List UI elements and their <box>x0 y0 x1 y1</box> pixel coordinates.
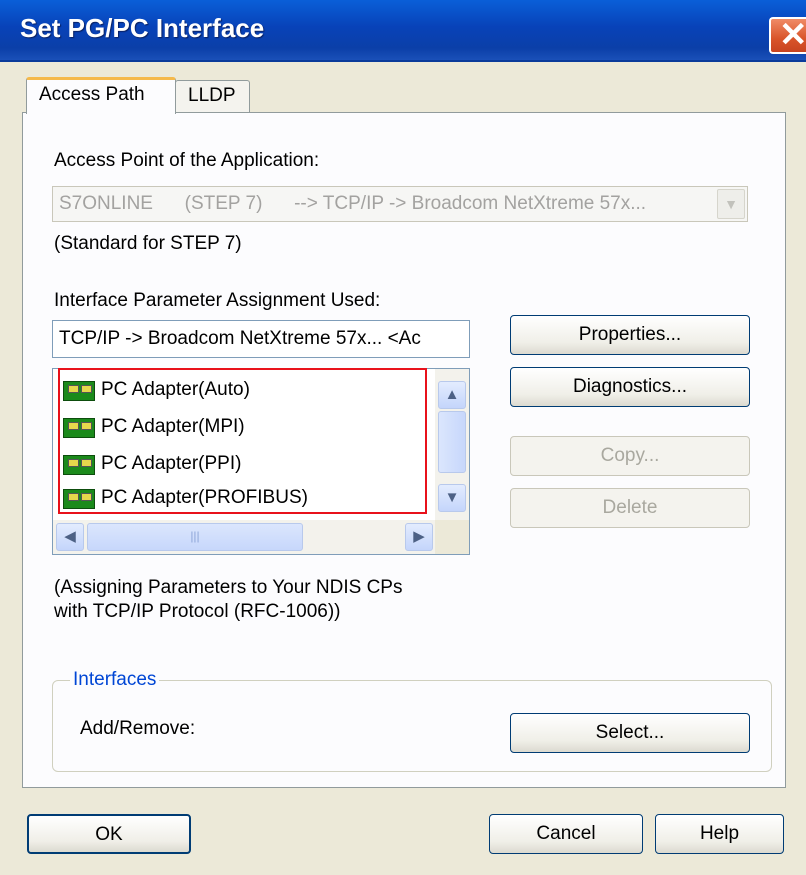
access-point-select: S7ONLINE (STEP 7) --> TCP/IP -> Broadcom… <box>52 186 748 222</box>
title-bar: Set PG/PC Interface ✕ <box>0 0 806 62</box>
tab-label: LLDP <box>188 85 236 106</box>
horizontal-scrollbar[interactable]: ◀ ||| ▶ <box>53 520 435 554</box>
diagnostics-button[interactable]: Diagnostics... <box>510 367 750 407</box>
help-button[interactable]: Help <box>655 814 784 854</box>
tab-lldp[interactable]: LLDP <box>175 80 250 114</box>
close-button[interactable]: ✕ <box>769 16 806 54</box>
tab-access-path[interactable]: Access Path <box>26 77 176 114</box>
scroll-up-button[interactable]: ▲ <box>438 381 466 409</box>
scroll-right-button[interactable]: ▶ <box>405 523 433 551</box>
interface-params-field[interactable]: TCP/IP -> Broadcom NetXtreme 57x... <Ac <box>52 320 470 358</box>
chevron-left-icon: ◀ <box>64 528 76 545</box>
copy-button[interactable]: Copy... <box>510 436 750 476</box>
vertical-scroll-thumb[interactable] <box>438 411 466 473</box>
ok-button[interactable]: OK <box>27 814 191 854</box>
grip-icon: ||| <box>190 529 200 543</box>
tab-label: Access Path <box>39 84 145 105</box>
highlight-box <box>58 368 427 514</box>
close-icon: ✕ <box>779 16 806 54</box>
scroll-left-button[interactable]: ◀ <box>56 523 84 551</box>
scrollbar-corner <box>435 520 469 554</box>
description-line-2: with TCP/IP Protocol (RFC-1006)) <box>54 601 341 622</box>
interface-params-value: TCP/IP -> Broadcom NetXtreme 57x... <Ac <box>59 328 421 349</box>
description-line-1: (Assigning Parameters to Your NDIS CPs <box>54 577 403 598</box>
add-remove-label: Add/Remove: <box>80 718 196 739</box>
interface-params-label: Interface Parameter Assignment Used: <box>54 290 381 311</box>
window-title: Set PG/PC Interface <box>20 13 265 43</box>
chevron-right-icon: ▶ <box>413 528 425 545</box>
cancel-button[interactable]: Cancel <box>489 814 643 854</box>
scroll-down-button[interactable]: ▼ <box>438 484 466 512</box>
select-button[interactable]: Select... <box>510 713 750 753</box>
vertical-scrollbar[interactable]: ▲ ▼ <box>435 369 469 520</box>
chevron-down-icon: ▼ <box>444 489 460 506</box>
delete-button[interactable]: Delete <box>510 488 750 528</box>
interfaces-group-title: Interfaces <box>70 669 160 691</box>
chevron-down-icon: ▼ <box>717 189 745 219</box>
access-point-label: Access Point of the Application: <box>54 150 320 171</box>
properties-button[interactable]: Properties... <box>510 315 750 355</box>
chevron-up-icon: ▲ <box>444 386 460 403</box>
access-point-value: S7ONLINE (STEP 7) --> TCP/IP -> Broadcom… <box>59 193 647 214</box>
access-point-note: (Standard for STEP 7) <box>54 233 242 254</box>
horizontal-scroll-thumb[interactable]: ||| <box>87 523 303 551</box>
